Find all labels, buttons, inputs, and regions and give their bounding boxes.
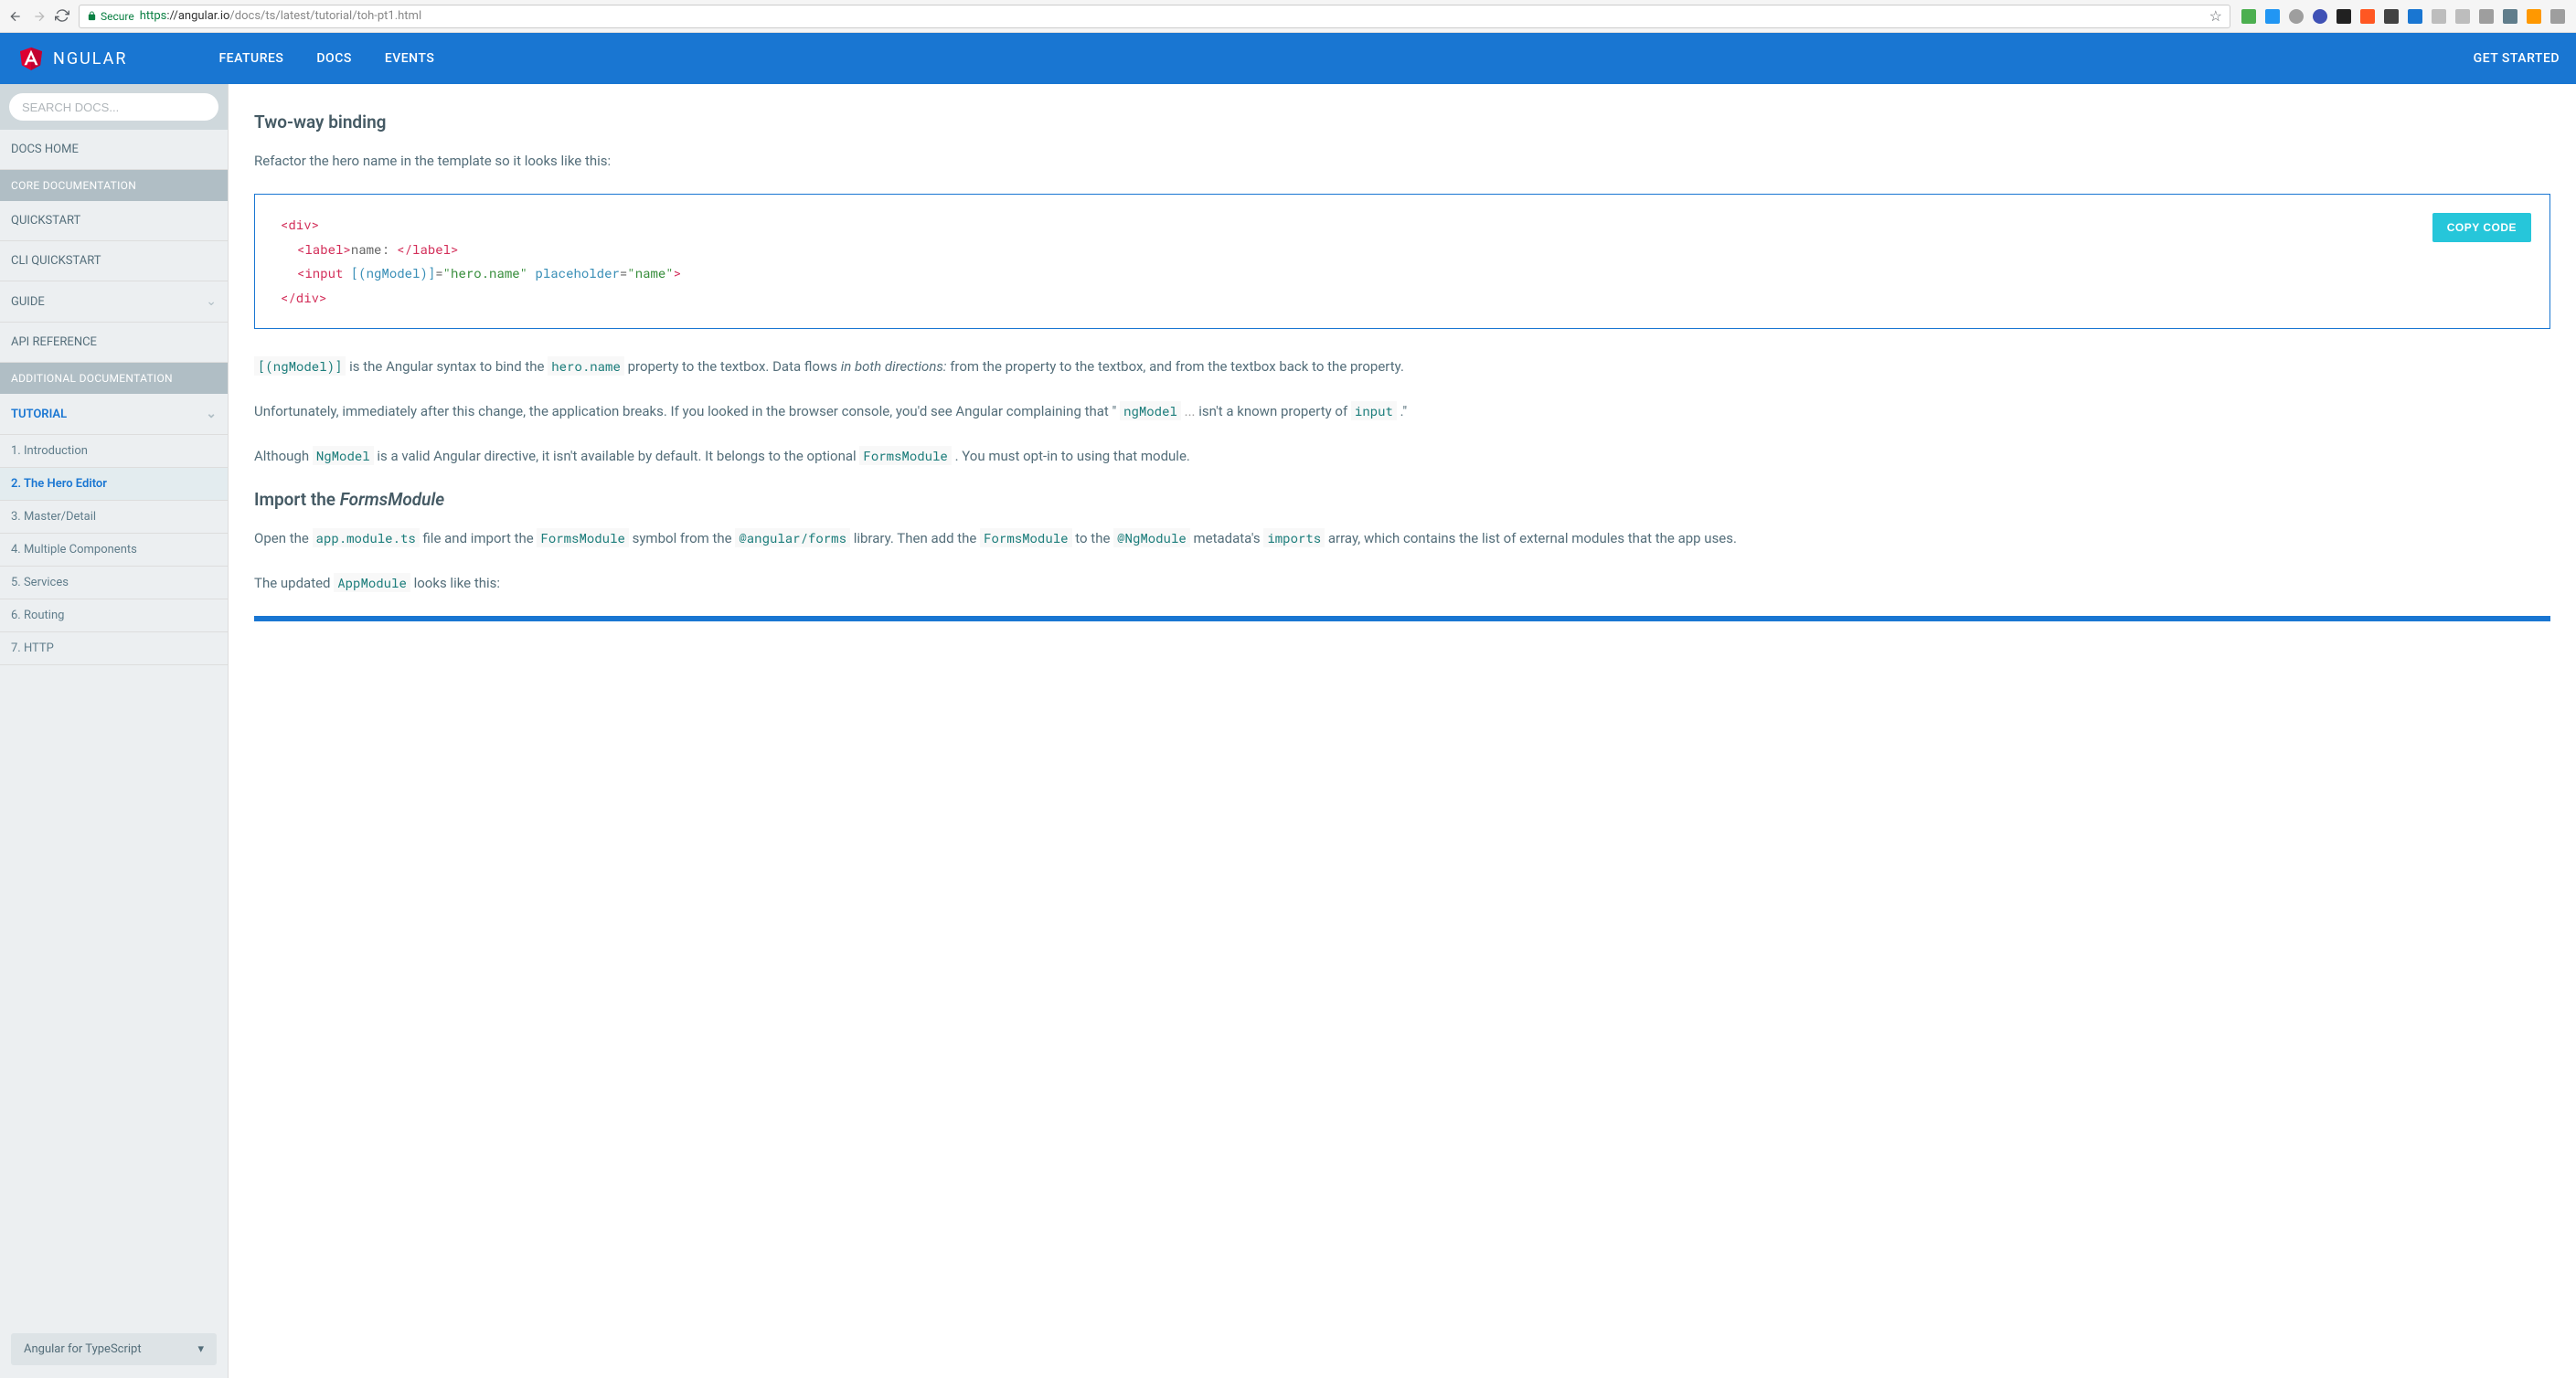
language-select-label: Angular for TypeScript bbox=[24, 1342, 142, 1356]
lock-icon bbox=[87, 11, 97, 21]
extension-icon[interactable] bbox=[2384, 9, 2399, 24]
extension-icon[interactable] bbox=[2313, 9, 2327, 24]
sidebar-tut-introduction[interactable]: 1. Introduction bbox=[0, 435, 228, 468]
chevron-down-icon: ⌄ bbox=[206, 294, 217, 309]
nav-features[interactable]: FEATURES bbox=[218, 51, 283, 66]
nav-links: FEATURES DOCS EVENTS bbox=[218, 51, 434, 66]
sidebar-tut-master-detail[interactable]: 3. Master/Detail bbox=[0, 501, 228, 534]
logo[interactable]: NGULAR bbox=[16, 43, 127, 74]
browser-toolbar: Secure https://angular.io/docs/ts/latest… bbox=[0, 0, 2576, 33]
inline-code: FormsModule bbox=[537, 528, 628, 547]
inline-code: @angular/forms bbox=[735, 528, 850, 547]
top-nav: NGULAR FEATURES DOCS EVENTS GET STARTED bbox=[0, 33, 2576, 84]
extension-icon[interactable] bbox=[2503, 9, 2517, 24]
secure-badge: Secure bbox=[87, 10, 134, 23]
extension-icon[interactable] bbox=[2408, 9, 2422, 24]
inline-code: FormsModule bbox=[980, 528, 1071, 547]
address-bar[interactable]: Secure https://angular.io/docs/ts/latest… bbox=[79, 5, 2230, 28]
sidebar-guide[interactable]: GUIDE ⌄ bbox=[0, 281, 228, 323]
inline-code: imports bbox=[1263, 528, 1325, 547]
sidebar-tut-services[interactable]: 5. Services bbox=[0, 567, 228, 599]
inline-code: app.module.ts bbox=[313, 528, 420, 547]
heading-two-way-binding: Two-way binding bbox=[254, 111, 2550, 132]
angular-shield-icon bbox=[16, 43, 46, 74]
paragraph: Refactor the hero name in the template s… bbox=[254, 149, 2550, 174]
inline-code: AppModule bbox=[334, 573, 410, 592]
back-button[interactable] bbox=[7, 8, 24, 25]
code-block: COPY CODE <div> <label>name: </label> <i… bbox=[254, 194, 2550, 329]
inline-code: [(ngModel)] bbox=[254, 356, 346, 376]
inline-code: hero.name bbox=[548, 356, 624, 376]
sidebar-tutorial[interactable]: TUTORIAL ⌄ bbox=[0, 394, 228, 435]
paragraph: The updated AppModule looks like this: bbox=[254, 571, 2550, 596]
nav-events[interactable]: EVENTS bbox=[385, 51, 435, 66]
extension-icon[interactable] bbox=[2527, 9, 2541, 24]
paragraph: Although NgModel is a valid Angular dire… bbox=[254, 444, 2550, 469]
main-content: Two-way binding Refactor the hero name i… bbox=[229, 84, 2576, 1378]
sidebar-tutorial-label: TUTORIAL bbox=[11, 408, 67, 421]
nav-get-started[interactable]: GET STARTED bbox=[2474, 51, 2560, 66]
sidebar-guide-label: GUIDE bbox=[11, 295, 45, 309]
extension-icon[interactable] bbox=[2289, 9, 2304, 24]
extension-icon[interactable] bbox=[2336, 9, 2351, 24]
extension-icon[interactable] bbox=[2550, 9, 2565, 24]
sidebar-section-core: CORE DOCUMENTATION bbox=[0, 170, 228, 201]
inline-code: input bbox=[1351, 401, 1397, 420]
sidebar-api-reference[interactable]: API REFERENCE bbox=[0, 323, 228, 363]
extension-icon[interactable] bbox=[2455, 9, 2470, 24]
extension-icon[interactable] bbox=[2265, 9, 2280, 24]
extension-icons bbox=[2238, 9, 2569, 24]
sidebar-cli-quickstart[interactable]: CLI QUICKSTART bbox=[0, 241, 228, 281]
url-text: https://angular.io/docs/ts/latest/tutori… bbox=[140, 9, 421, 23]
chevron-down-icon: ⌄ bbox=[206, 407, 217, 421]
language-select[interactable]: Angular for TypeScript ▾ bbox=[11, 1333, 217, 1365]
reload-button[interactable] bbox=[55, 8, 71, 25]
sidebar-section-additional: ADDITIONAL DOCUMENTATION bbox=[0, 363, 228, 394]
copy-code-button[interactable]: COPY CODE bbox=[2432, 213, 2531, 242]
extension-icon[interactable] bbox=[2479, 9, 2494, 24]
sidebar: DOCS HOME CORE DOCUMENTATION QUICKSTART … bbox=[0, 84, 229, 1378]
bookmark-star-icon[interactable]: ☆ bbox=[2209, 7, 2222, 25]
paragraph: [(ngModel)] is the Angular syntax to bin… bbox=[254, 355, 2550, 379]
inline-code: @NgModule bbox=[1113, 528, 1190, 547]
paragraph: Unfortunately, immediately after this ch… bbox=[254, 399, 2550, 424]
sidebar-docs-home[interactable]: DOCS HOME bbox=[0, 130, 228, 170]
secure-label: Secure bbox=[101, 10, 134, 23]
logo-text: NGULAR bbox=[53, 49, 127, 69]
extension-icon[interactable] bbox=[2241, 9, 2256, 24]
search-input[interactable] bbox=[9, 93, 218, 121]
sidebar-tut-components[interactable]: 4. Multiple Components bbox=[0, 534, 228, 567]
sidebar-tutorial-subitems: 1. Introduction 2. The Hero Editor 3. Ma… bbox=[0, 435, 228, 665]
extension-icon[interactable] bbox=[2360, 9, 2375, 24]
dropdown-caret-icon: ▾ bbox=[197, 1342, 204, 1356]
nav-docs[interactable]: DOCS bbox=[316, 51, 351, 66]
extension-icon[interactable] bbox=[2432, 9, 2446, 24]
inline-code: FormsModule bbox=[859, 446, 951, 465]
sidebar-tut-http[interactable]: 7. HTTP bbox=[0, 632, 228, 665]
search-wrap bbox=[0, 84, 228, 130]
paragraph: Open the app.module.ts file and import t… bbox=[254, 526, 2550, 551]
sidebar-tut-routing[interactable]: 6. Routing bbox=[0, 599, 228, 632]
heading-import-formsmodule: Import the FormsModule bbox=[254, 489, 2550, 510]
forward-button[interactable] bbox=[31, 8, 48, 25]
inline-code: ngModel bbox=[1120, 401, 1181, 420]
code-block-top-edge bbox=[254, 616, 2550, 621]
sidebar-quickstart[interactable]: QUICKSTART bbox=[0, 201, 228, 241]
inline-code: NgModel bbox=[313, 446, 374, 465]
sidebar-tut-hero-editor[interactable]: 2. The Hero Editor bbox=[0, 468, 228, 501]
